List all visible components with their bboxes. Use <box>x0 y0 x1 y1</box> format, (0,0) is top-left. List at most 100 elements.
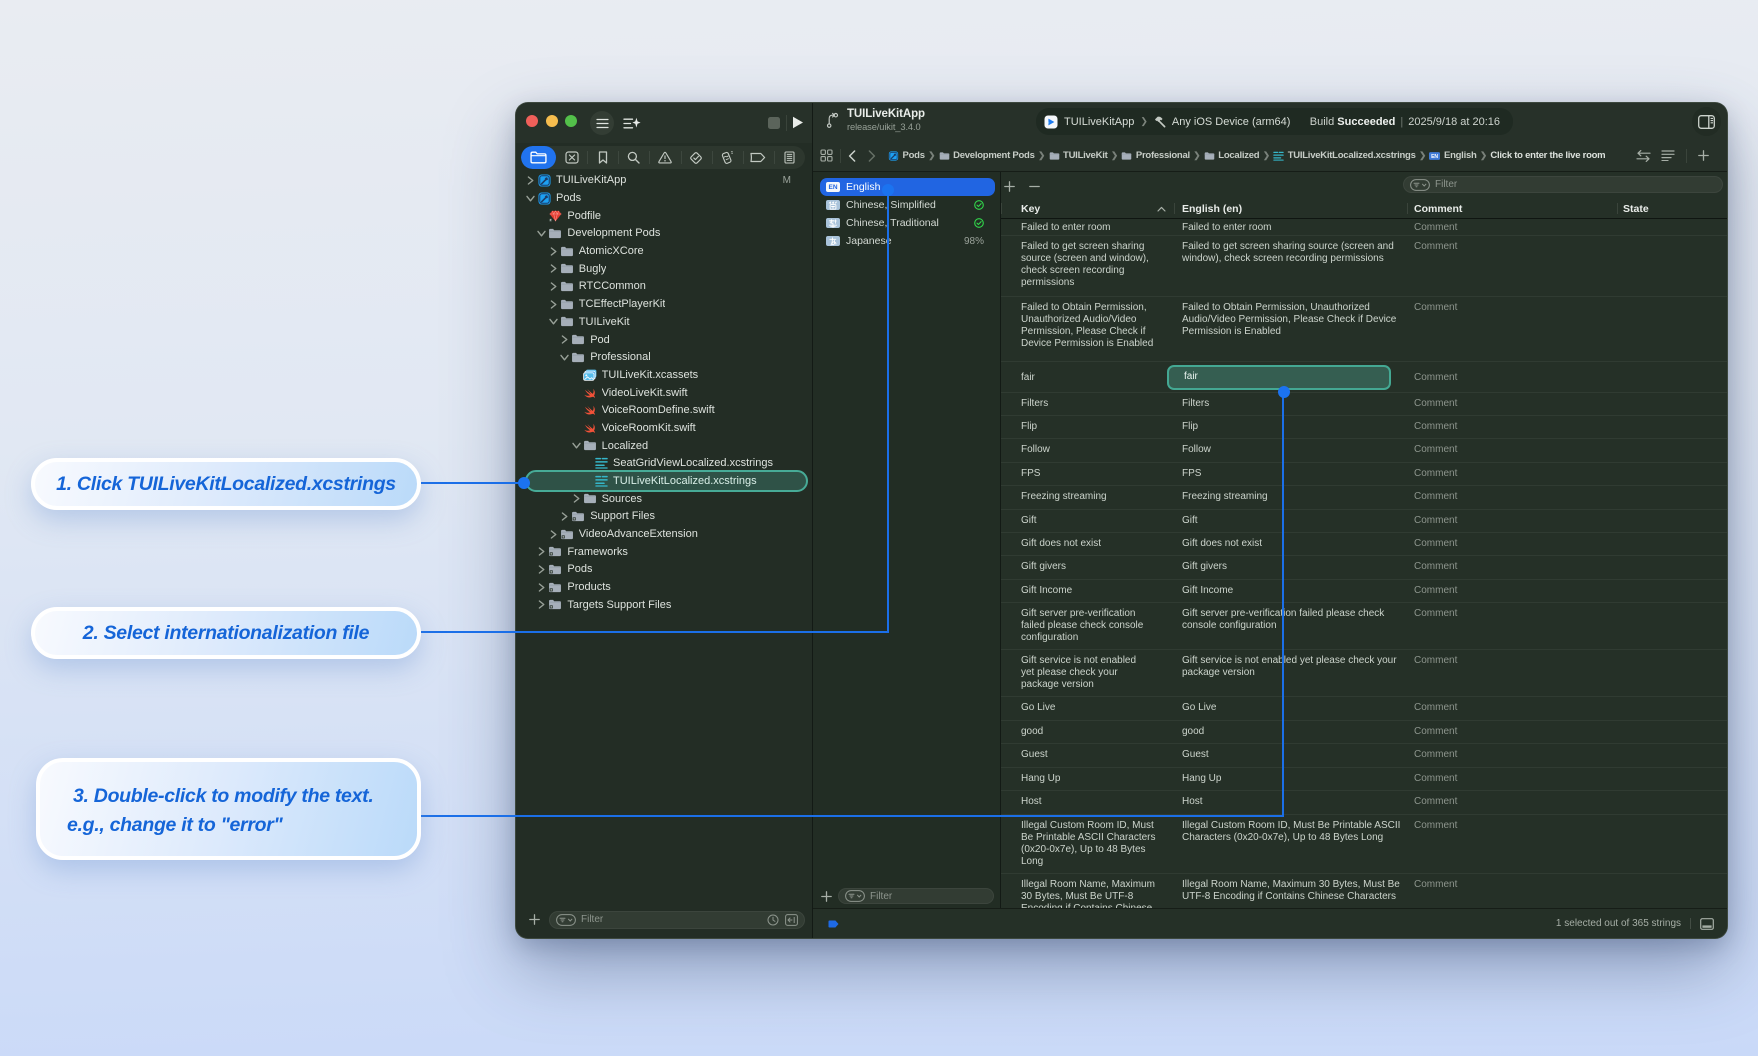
comment-cell[interactable]: Comment <box>1407 236 1617 296</box>
state-cell[interactable] <box>1617 744 1727 767</box>
key-cell[interactable]: Filters <box>1001 393 1174 415</box>
disclosure-icon[interactable] <box>570 494 583 503</box>
translation-cell[interactable]: Flip <box>1174 416 1407 438</box>
comment-cell[interactable]: Comment <box>1407 393 1617 415</box>
breadcrumb-professional[interactable]: Professional <box>1121 150 1190 161</box>
translation-cell[interactable]: FPS <box>1174 463 1407 485</box>
comment-cell[interactable]: Comment <box>1407 510 1617 532</box>
tree-row-products[interactable]: Products <box>516 578 812 596</box>
key-cell[interactable]: Illegal Room Name, Maximum 30 Bytes, Mus… <box>1001 874 1174 908</box>
key-cell[interactable]: Gift Income <box>1001 580 1174 602</box>
translation-cell[interactable]: Go Live <box>1174 697 1407 720</box>
column-header-english[interactable]: English (en) <box>1174 199 1407 218</box>
disclosure-icon[interactable] <box>558 512 571 521</box>
state-cell[interactable] <box>1617 510 1727 532</box>
translation-cell[interactable]: Failed to enter room <box>1174 219 1407 235</box>
comment-cell[interactable]: Comment <box>1407 362 1617 392</box>
state-cell[interactable] <box>1617 236 1727 296</box>
disclosure-icon[interactable] <box>535 547 548 556</box>
string-row[interactable]: Illegal Room Name, Maximum 30 Bytes, Mus… <box>1001 874 1727 908</box>
translation-cell[interactable]: Gift <box>1174 510 1407 532</box>
tree-row-tuilivekitapp[interactable]: TUILiveKitAppM <box>516 172 812 190</box>
key-cell[interactable]: Hang Up <box>1001 768 1174 790</box>
translation-cell[interactable]: Host <box>1174 791 1407 814</box>
comment-cell[interactable]: Comment <box>1407 768 1617 790</box>
breadcrumb-tuilivekitlocalized-xcstrings[interactable]: TUILiveKitLocalized.xcstrings <box>1273 150 1415 161</box>
navigator-tab-folder[interactable] <box>521 146 556 169</box>
source-control-status-icon[interactable] <box>785 914 798 926</box>
state-cell[interactable] <box>1617 439 1727 462</box>
translation-cell[interactable]: Illegal Room Name, Maximum 30 Bytes, Mus… <box>1174 874 1407 908</box>
navigator-tab-xsquare[interactable] <box>556 146 587 169</box>
translation-cell[interactable]: Gift server pre-verification failed plea… <box>1174 603 1407 649</box>
string-row[interactable]: Freezing streamingFreezing streamingComm… <box>1001 486 1727 510</box>
tree-row-development-pods[interactable]: Development Pods <box>516 225 812 243</box>
language-row-japanese[interactable]: Japanese98% <box>820 232 995 250</box>
navigator-tab-flag[interactable] <box>743 146 774 169</box>
translation-cell[interactable]: Gift Income <box>1174 580 1407 602</box>
string-row[interactable]: Illegal Custom Room ID, Must Be Printabl… <box>1001 815 1727 874</box>
related-items-icon[interactable] <box>820 149 833 162</box>
translation-cell[interactable]: Failed to get screen sharing source (scr… <box>1174 236 1407 296</box>
comment-cell[interactable]: Comment <box>1407 416 1617 438</box>
activity-view[interactable]: TUILiveKitApp ❯ Any iOS Device (arm64) B… <box>1036 108 1513 135</box>
tree-row-rtccommon[interactable]: RTCCommon <box>516 278 812 296</box>
disclosure-icon[interactable] <box>524 176 537 185</box>
breadcrumb-click-to-enter-the-live-room[interactable]: Click to enter the live room <box>1490 150 1605 161</box>
tree-row-localized[interactable]: Localized <box>516 437 812 455</box>
stop-button[interactable] <box>768 117 780 129</box>
comment-cell[interactable]: Comment <box>1407 650 1617 696</box>
back-button[interactable] <box>848 150 856 162</box>
key-cell[interactable]: Freezing streaming <box>1001 486 1174 509</box>
add-file-button[interactable] <box>529 914 540 925</box>
tree-row-voiceroomdefine-swift[interactable]: VoiceRoomDefine.swift <box>516 401 812 419</box>
forward-button[interactable] <box>868 150 876 162</box>
state-cell[interactable] <box>1617 697 1727 720</box>
translation-cell[interactable]: good <box>1174 721 1407 743</box>
disclosure-icon[interactable] <box>558 354 571 361</box>
string-row[interactable]: FPSFPSComment <box>1001 463 1727 486</box>
disclosure-icon[interactable] <box>535 600 548 609</box>
tree-row-tuilivekit[interactable]: TUILiveKit <box>516 313 812 331</box>
tree-row-tuilivekit-xcassets[interactable]: TUILiveKit.xcassets <box>516 366 812 384</box>
key-cell[interactable]: Failed to Obtain Permission, Unauthorize… <box>1001 297 1174 361</box>
key-cell[interactable]: Gift <box>1001 510 1174 532</box>
tree-row-sources[interactable]: Sources <box>516 490 812 508</box>
breadcrumb-tuilivekit[interactable]: TUILiveKit <box>1049 150 1108 161</box>
disclosure-icon[interactable] <box>547 530 560 539</box>
ai-assistant-button[interactable] <box>620 111 644 135</box>
comment-cell[interactable]: Comment <box>1407 791 1617 814</box>
run-button[interactable] <box>792 116 804 129</box>
state-cell[interactable] <box>1617 603 1727 649</box>
comment-cell[interactable]: Comment <box>1407 697 1617 720</box>
navigator-filter-field[interactable]: Filter <box>549 911 805 929</box>
comment-cell[interactable]: Comment <box>1407 721 1617 743</box>
key-cell[interactable]: Gift givers <box>1001 556 1174 579</box>
disclosure-icon[interactable] <box>547 247 560 256</box>
tree-row-support-files[interactable]: Support Files <box>516 508 812 526</box>
disclosure-icon[interactable] <box>535 230 548 237</box>
column-header-key[interactable]: Key <box>1001 199 1174 218</box>
state-cell[interactable] <box>1617 486 1727 509</box>
state-cell[interactable] <box>1617 362 1727 392</box>
bottom-panel-icon[interactable] <box>1700 918 1714 930</box>
string-row[interactable]: Gift does not existGift does not existCo… <box>1001 533 1727 556</box>
state-cell[interactable] <box>1617 815 1727 873</box>
tree-row-targets-support-files[interactable]: Targets Support Files <box>516 596 812 614</box>
sidebar-list-button[interactable] <box>590 111 614 135</box>
comment-cell[interactable]: Comment <box>1407 486 1617 509</box>
add-language-button[interactable] <box>821 891 832 902</box>
disclosure-icon[interactable] <box>547 318 560 325</box>
disclosure-icon[interactable] <box>535 565 548 574</box>
tree-row-tuilivekitlocalized-xcstrings[interactable]: TUILiveKitLocalized.xcstrings <box>516 472 812 490</box>
navigator-tab-tagwave[interactable] <box>712 146 743 169</box>
comment-cell[interactable]: Comment <box>1407 439 1617 462</box>
string-row[interactable]: goodgoodComment <box>1001 721 1727 744</box>
string-row[interactable]: GuestGuestComment <box>1001 744 1727 768</box>
key-cell[interactable]: Failed to enter room <box>1001 219 1174 235</box>
recent-files-icon[interactable] <box>767 914 779 926</box>
minimize-window-button[interactable] <box>546 115 558 127</box>
table-filter-field[interactable]: Filter <box>1403 176 1723 193</box>
comment-cell[interactable]: Comment <box>1407 219 1617 235</box>
translation-cell[interactable]: Gift does not exist <box>1174 533 1407 555</box>
